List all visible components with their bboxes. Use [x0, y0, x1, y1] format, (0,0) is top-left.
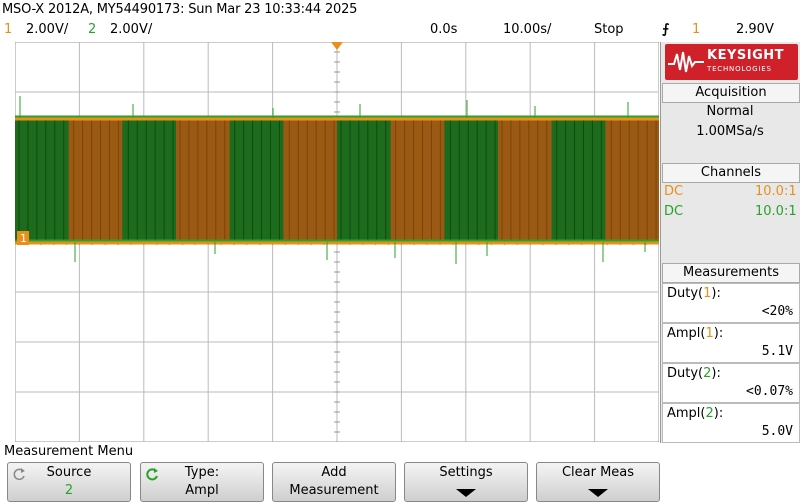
logo-sub: TECHNOLOGIES: [707, 65, 772, 73]
acquisition-mode: Normal: [706, 104, 754, 119]
ch1-scale[interactable]: 2.00V/: [26, 22, 68, 37]
submenu-arrow-icon: [456, 489, 476, 497]
ch1-burst-segment: [498, 118, 553, 242]
ch2-burst-segment: [122, 118, 177, 242]
ch1-burst-segment: [176, 118, 231, 242]
ch2-burst-segment: [444, 118, 499, 242]
menu-title: Measurement Menu: [4, 444, 134, 459]
keysight-wave-icon: [668, 51, 704, 73]
measurement-item: Duty(1): <20%: [662, 283, 800, 323]
ch1-probe: 10.0:1: [755, 184, 797, 199]
ch1-burst-segment: [390, 118, 445, 242]
trigger-level[interactable]: 2.90V: [736, 22, 774, 37]
ch2-burst-segment: [15, 118, 70, 242]
measurement-item: Ampl(2): 5.0V: [662, 403, 800, 443]
ch1-coupling: DC: [664, 184, 684, 199]
measurement-item: Ampl(1): 5.1V: [662, 323, 800, 363]
ch2-number[interactable]: 2: [88, 22, 96, 37]
time-offset[interactable]: 0.0s: [430, 22, 457, 37]
measurement-value: <20%: [761, 304, 793, 319]
keysight-logo: KEYSIGHT TECHNOLOGIES: [665, 44, 798, 80]
measurement-name: Duty(1):: [667, 286, 721, 301]
type-label: Type:: [184, 465, 220, 480]
source-label: Source: [46, 465, 92, 480]
falling-edge-trigger-icon[interactable]: ⨍: [662, 22, 669, 37]
ch2-burst-segment: [229, 118, 284, 242]
measurements-header[interactable]: Measurements: [662, 263, 800, 283]
waveform-traces: [15, 96, 659, 264]
ch2-coupling: DC: [664, 204, 684, 219]
type-button[interactable]: Type: Ampl: [140, 462, 264, 502]
ch1-burst-segment: [68, 118, 123, 242]
acquisition-header[interactable]: Acquisition: [662, 83, 800, 103]
add-measurement-button[interactable]: Add Measurement: [272, 462, 396, 502]
ch1-burst-segment: [283, 118, 338, 242]
type-value: Ampl: [185, 483, 219, 498]
ch1-number[interactable]: 1: [4, 22, 12, 37]
window-title: MSO-X 2012A, MY54490173: Sun Mar 23 10:3…: [2, 2, 358, 17]
trigger-channel[interactable]: 1: [692, 22, 700, 37]
waveform-display[interactable]: T 1 2: [15, 42, 659, 442]
ch1-ground-label: 1: [20, 232, 27, 245]
source-button[interactable]: Source 2: [7, 462, 131, 502]
ch2-burst-segment: [337, 118, 392, 242]
settings-label: Settings: [439, 465, 493, 480]
measurement-name: Ampl(2):: [667, 406, 724, 421]
source-value: 2: [64, 483, 74, 498]
run-state[interactable]: Stop: [594, 22, 624, 37]
clear-meas-button[interactable]: Clear Meas: [536, 462, 660, 502]
ch2-burst-segment: [551, 118, 606, 242]
clear-meas-label: Clear Meas: [561, 465, 635, 480]
time-scale[interactable]: 10.00s/: [503, 22, 551, 37]
ch2-probe: 10.0:1: [755, 204, 797, 219]
status-bar: 1 2.00V/ 2 2.00V/ 0.0s 10.00s/ Stop ⨍ 1 …: [0, 20, 800, 41]
sample-rate: 1.00MSa/s: [696, 124, 764, 139]
add-measurement-line2: Measurement: [289, 483, 379, 498]
ch2-scale[interactable]: 2.00V/: [110, 22, 152, 37]
ch1-burst-segment: [605, 118, 659, 242]
channels-header[interactable]: Channels: [662, 163, 800, 183]
measurement-value: 5.1V: [761, 344, 793, 359]
settings-button[interactable]: Settings: [404, 462, 528, 502]
measurement-name: Ampl(1):: [667, 326, 724, 341]
logo-brand: KEYSIGHT: [707, 48, 784, 63]
measurement-name: Duty(2):: [667, 366, 721, 381]
submenu-arrow-icon: [588, 489, 608, 497]
measurement-value: 5.0V: [761, 424, 793, 439]
measurement-value: <0.07%: [746, 384, 793, 399]
add-measurement-line1: Add: [321, 465, 347, 480]
measurement-item: Duty(2): <0.07%: [662, 363, 800, 403]
